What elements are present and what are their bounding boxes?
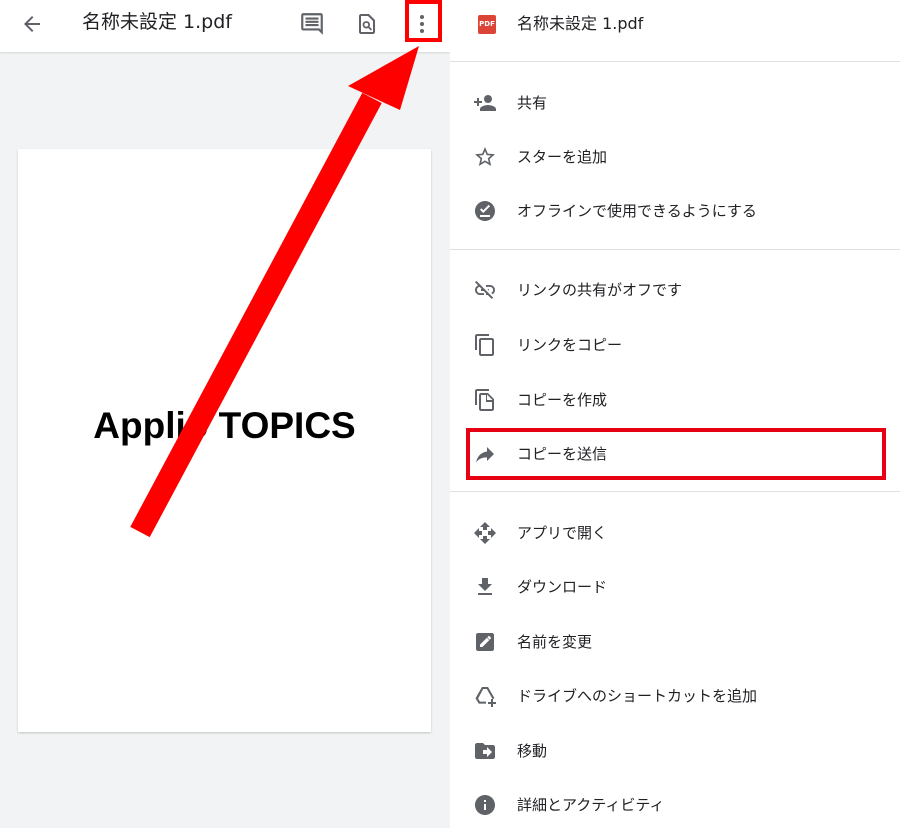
page-content-text: Applio TOPICS (93, 405, 356, 446)
copy-link-icon (473, 333, 497, 357)
menu-divider (450, 61, 900, 62)
viewer-toolbar: 名称未設定 1.pdf (0, 0, 450, 52)
pdf-viewer: 名称未設定 1.pdf Applio TOPICS (0, 0, 450, 828)
document-title: 名称未設定 1.pdf (82, 11, 232, 33)
file-options-menu: PDF 名称未設定 1.pdf 共有 スターを追加 オフラインで使用できるように… (450, 0, 900, 828)
menu-item-label: リンクの共有がオフです (517, 281, 683, 299)
person-add-icon (473, 91, 497, 115)
menu-item-open-with[interactable]: アプリで開く (450, 509, 900, 557)
menu-item-label: オフラインで使用できるようにする (517, 202, 757, 220)
rename-icon (473, 630, 497, 654)
offline-pin-icon (473, 199, 497, 223)
menu-item-label: リンクをコピー (517, 336, 623, 354)
menu-item-add-star[interactable]: スターを追加 (450, 133, 900, 181)
menu-file-title: 名称未設定 1.pdf (517, 14, 644, 33)
menu-item-label: アプリで開く (517, 524, 608, 542)
file-copy-icon (473, 388, 497, 412)
more-button-highlight-box (405, 0, 442, 42)
menu-item-share[interactable]: 共有 (450, 79, 900, 127)
menu-item-make-copy[interactable]: コピーを作成 (450, 376, 900, 424)
menu-item-rename[interactable]: 名前を変更 (450, 618, 900, 666)
menu-item-label: コピーを作成 (517, 391, 608, 409)
info-icon (473, 793, 497, 817)
menu-item-move[interactable]: 移動 (450, 727, 900, 775)
menu-header: PDF 名称未設定 1.pdf (450, 0, 900, 52)
find-in-page-icon (359, 14, 375, 34)
menu-item-label: 詳細とアクティビティ (517, 796, 665, 814)
menu-item-label: 移動 (517, 742, 548, 760)
send-copy-highlight-box (466, 428, 886, 480)
menu-item-link-sharing-off[interactable]: リンクの共有がオフです (450, 266, 900, 314)
open-with-icon (473, 521, 497, 545)
star-outline-icon (473, 145, 497, 169)
arrow-back-icon (24, 16, 40, 32)
menu-item-label: 共有 (517, 94, 548, 112)
add-to-drive-icon (473, 684, 497, 708)
move-folder-icon (473, 739, 497, 763)
download-icon (473, 575, 497, 599)
menu-divider (450, 491, 900, 492)
menu-item-make-offline[interactable]: オフラインで使用できるようにする (450, 187, 900, 235)
back-button[interactable] (16, 8, 48, 40)
menu-item-copy-link[interactable]: リンクをコピー (450, 321, 900, 369)
find-in-page-button[interactable] (351, 8, 383, 40)
menu-divider (450, 249, 900, 250)
link-off-icon (473, 278, 497, 302)
menu-item-label: ダウンロード (517, 578, 608, 596)
menu-item-label: ドライブへのショートカットを追加 (517, 687, 758, 705)
menu-item-details-activity[interactable]: 詳細とアクティビティ (450, 781, 900, 828)
pdf-file-icon: PDF (478, 15, 496, 34)
menu-item-download[interactable]: ダウンロード (450, 563, 900, 611)
menu-item-label: スターを追加 (517, 148, 608, 166)
comment-button[interactable] (296, 8, 328, 40)
menu-item-add-shortcut-to-drive[interactable]: ドライブへのショートカットを追加 (450, 672, 900, 720)
pdf-page: Applio TOPICS (18, 149, 431, 732)
menu-item-label: 名前を変更 (517, 633, 593, 651)
comment-icon (301, 13, 323, 35)
